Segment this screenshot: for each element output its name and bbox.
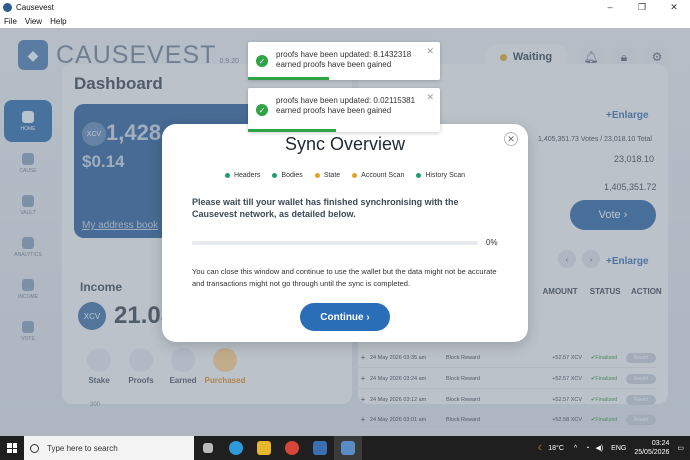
volume-icon[interactable]: ◀): [595, 444, 603, 452]
sync-progress-bar: [192, 241, 478, 245]
toast-notification: ✓ proofs have been updated: 0.02115381 e…: [248, 88, 440, 132]
sync-overview-modal: ✕ Sync Overview Headers Bodies State Acc…: [162, 124, 528, 342]
toast-message: proofs have been updated: 8.1432318 earn…: [276, 50, 412, 69]
legend-bodies: Bodies: [272, 172, 303, 179]
clock-time: 03:24: [651, 440, 670, 447]
calculator-icon[interactable]: [306, 436, 334, 460]
windows-logo-icon: [7, 443, 17, 453]
success-check-icon: ✓: [256, 104, 268, 116]
toast-close-icon[interactable]: ✕: [426, 92, 434, 103]
menu-bar: File View Help: [0, 14, 690, 28]
continue-button[interactable]: Continue ›: [300, 303, 390, 331]
toast-notification: ✓ proofs have been updated: 8.1432318 ea…: [248, 42, 440, 80]
windows-taskbar: Type here to search ☾ 18°C ^ ◔ ◀) ENG 03…: [0, 436, 690, 460]
search-icon: [30, 443, 39, 453]
chrome-icon[interactable]: [278, 436, 306, 460]
weather-temp[interactable]: 18°C: [548, 445, 564, 452]
network-icon[interactable]: ◔: [585, 445, 589, 452]
success-check-icon: ✓: [256, 55, 268, 67]
language-indicator[interactable]: ENG: [611, 445, 626, 452]
taskbar-clock[interactable]: 03:24 25/05/2026: [634, 439, 669, 457]
window-title: Causevest: [16, 2, 54, 12]
sync-progress-label: 0%: [486, 238, 498, 247]
legend-dot: [272, 173, 278, 178]
sync-legend: Headers Bodies State Account Scan Histor…: [162, 172, 528, 179]
legend-dot: [416, 173, 422, 178]
system-tray: ☾ 18°C ^ ◔ ◀) ENG 03:24 25/05/2026 ▭: [538, 436, 684, 460]
search-placeholder: Type here to search: [47, 443, 118, 453]
modal-title: Sync Overview: [284, 134, 406, 154]
menu-view[interactable]: View: [25, 17, 42, 26]
toast-close-icon[interactable]: ✕: [426, 46, 434, 57]
task-view-icon[interactable]: [194, 436, 222, 460]
window-titlebar: Causevest – ❐ ✕: [0, 0, 690, 14]
toast-timer-bar: [248, 77, 329, 80]
tray-chevron-icon[interactable]: ^: [574, 445, 577, 452]
app-icon: [3, 2, 12, 12]
legend-history-scan: History Scan: [416, 172, 465, 179]
notifications-icon[interactable]: ▭: [677, 444, 684, 452]
sync-instructions: Please wait till your wallet has finishe…: [192, 197, 459, 219]
legend-account-scan: Account Scan: [352, 172, 404, 179]
weather-icon[interactable]: ☾: [538, 444, 544, 452]
legend-dot: [352, 173, 358, 178]
toast-timer-bar: [248, 129, 337, 132]
minimize-button[interactable]: –: [594, 0, 626, 14]
close-button[interactable]: ✕: [658, 0, 690, 14]
toast-message: proofs have been updated: 0.02115381 ear…: [276, 96, 416, 115]
sync-note: You can close this window and continue t…: [192, 267, 497, 288]
edge-browser-icon[interactable]: [222, 436, 250, 460]
file-explorer-icon[interactable]: [250, 436, 278, 460]
legend-dot: [224, 173, 230, 178]
legend-state: State: [314, 172, 340, 179]
clock-date: 25/05/2026: [634, 449, 670, 456]
taskbar-search-box[interactable]: Type here to search: [24, 436, 194, 460]
menu-file[interactable]: File: [4, 17, 17, 26]
causevest-taskbar-icon[interactable]: [334, 436, 362, 460]
maximize-button[interactable]: ❐: [626, 0, 658, 14]
start-button[interactable]: [0, 436, 24, 460]
legend-headers: Headers: [224, 172, 260, 179]
menu-help[interactable]: Help: [50, 17, 66, 26]
legend-dot: [314, 173, 320, 178]
